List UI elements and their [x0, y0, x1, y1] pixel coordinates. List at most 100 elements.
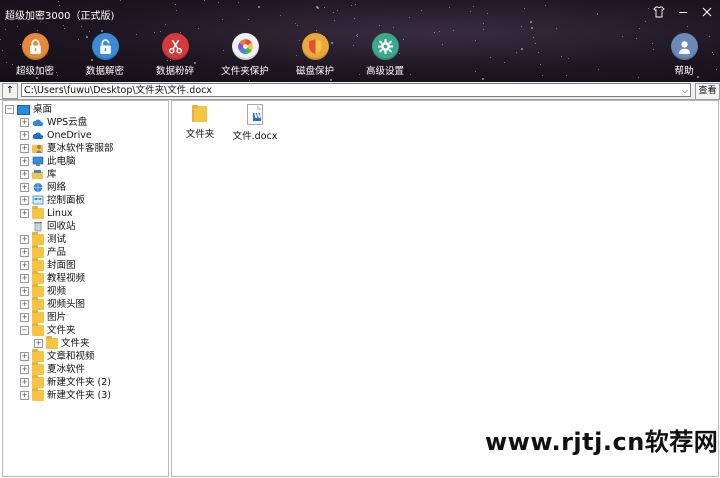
tree-label: 回收站: [47, 221, 76, 232]
expand-icon[interactable]: −: [20, 326, 29, 335]
expand-icon[interactable]: +: [20, 378, 29, 387]
tree-item[interactable]: + 文件夹: [34, 336, 90, 350]
tree-root-desktop[interactable]: − 桌面: [5, 103, 52, 116]
tree-item[interactable]: + OneDrive: [20, 129, 92, 142]
advanced-settings-button[interactable]: 高级设置: [351, 30, 419, 77]
star-decoration: [165, 24, 166, 25]
star-decoration: [597, 13, 598, 14]
expand-icon[interactable]: +: [20, 131, 29, 140]
expand-icon[interactable]: +: [20, 274, 29, 283]
tree-item[interactable]: + Linux: [20, 206, 73, 220]
tree-label: 新建文件夹 (2): [47, 377, 111, 388]
chevron-down-icon[interactable]: ⌵: [682, 84, 688, 98]
tree-item[interactable]: + 夏冰软件客服部: [20, 142, 114, 155]
tree-item[interactable]: + 网络: [20, 181, 66, 194]
file-item-docx[interactable]: W 文件.docx: [230, 104, 280, 142]
star-decoration: [258, 6, 260, 8]
expand-icon[interactable]: +: [20, 235, 29, 244]
tree-label: WPS云盘: [47, 117, 88, 128]
decrypt-button[interactable]: 数据解密: [71, 30, 139, 77]
expand-icon[interactable]: +: [20, 352, 29, 361]
collapse-icon[interactable]: −: [5, 105, 14, 114]
expand-icon[interactable]: +: [20, 248, 29, 257]
expand-icon[interactable]: +: [20, 287, 29, 296]
tree-label: 视频: [47, 286, 67, 297]
tree-item[interactable]: + 封面图: [20, 258, 76, 272]
expand-icon[interactable]: +: [20, 365, 29, 374]
star-decoration: [556, 28, 557, 29]
up-button[interactable]: ↑: [2, 83, 18, 99]
star-decoration: [597, 14, 598, 15]
expand-icon[interactable]: +: [20, 391, 29, 400]
minimize-icon[interactable]: [676, 6, 690, 20]
tree-label: 测试: [47, 234, 67, 245]
star-decoration: [64, 28, 65, 29]
expand-icon[interactable]: +: [20, 313, 29, 322]
disk-protect-button[interactable]: 磁盘保护: [281, 30, 349, 77]
tree-item[interactable]: + 文章和视频: [20, 349, 95, 363]
folder-icon: [32, 310, 44, 323]
expand-icon[interactable]: +: [20, 144, 29, 153]
tree-item[interactable]: + 图片: [20, 310, 66, 324]
tree-item[interactable]: + 库: [20, 168, 57, 181]
path-input[interactable]: C:\Users\fuwu\Desktop\文件夹\文件.docx ⌵: [21, 83, 691, 97]
expand-icon[interactable]: +: [20, 183, 29, 192]
tree-label: 夏冰软件: [47, 364, 86, 375]
expand-icon[interactable]: +: [20, 118, 29, 127]
file-item-folder[interactable]: 文件夹: [175, 104, 225, 140]
folder-icon: [32, 271, 44, 284]
tree-item[interactable]: + 此电脑: [20, 155, 76, 168]
star-decoration: [333, 12, 334, 13]
expand-icon[interactable]: +: [20, 196, 29, 205]
shred-button[interactable]: 数据粉碎: [141, 30, 209, 77]
star-decoration: [351, 5, 352, 6]
help-button[interactable]: 帮助: [650, 30, 718, 77]
expand-icon[interactable]: +: [34, 339, 43, 348]
star-decoration: [176, 10, 177, 11]
expand-icon[interactable]: +: [20, 300, 29, 309]
expand-icon[interactable]: +: [20, 261, 29, 270]
onedrive-icon: [32, 130, 44, 141]
shred-label: 数据粉碎: [155, 66, 194, 77]
encrypt-button[interactable]: 超级加密: [1, 30, 69, 77]
expand-icon[interactable]: +: [20, 209, 29, 218]
star-decoration: [334, 20, 335, 21]
shirt-icon[interactable]: [652, 6, 666, 20]
tree-item[interactable]: + 视频头图: [20, 297, 85, 311]
star-decoration: [487, 13, 488, 14]
star-decoration: [545, 5, 546, 6]
expand-icon[interactable]: +: [20, 157, 29, 166]
star-decoration: [238, 2, 239, 3]
folder-icon: [32, 232, 44, 245]
tree-item[interactable]: + 控制面板: [20, 194, 85, 207]
star-decoration: [248, 19, 249, 20]
tree-label: 桌面: [33, 104, 53, 115]
star-decoration: [295, 23, 296, 24]
tree-item[interactable]: + 新建文件夹 (3): [20, 388, 111, 402]
view-button[interactable]: 查看: [695, 83, 720, 100]
expand-icon[interactable]: +: [20, 170, 29, 179]
tree-item[interactable]: + 夏冰软件: [20, 362, 86, 376]
star-decoration: [17, 26, 18, 27]
folder-icon: [32, 388, 44, 401]
star-decoration: [317, 7, 319, 9]
star-decoration: [524, 8, 525, 9]
close-icon[interactable]: [700, 6, 714, 20]
tree-label: 文件夹: [61, 338, 90, 349]
folder-protect-button[interactable]: 文件夹保护: [211, 30, 279, 77]
folder-icon: [32, 284, 44, 297]
tree-item[interactable]: + 产品: [20, 245, 66, 259]
decrypt-label: 数据解密: [85, 66, 124, 77]
tree-item[interactable]: + WPS云盘: [20, 116, 87, 129]
star-decoration: [648, 8, 649, 9]
user-icon: [670, 33, 698, 60]
star-decoration: [59, 5, 60, 6]
tree-item[interactable]: 回收站: [20, 220, 76, 233]
tree-item[interactable]: + 教程视频: [20, 271, 85, 285]
file-list: 文件夹 W 文件.docx: [171, 100, 719, 477]
tree-item[interactable]: + 测试: [20, 232, 67, 246]
folder-icon: [32, 349, 44, 362]
tree-item[interactable]: + 视频: [20, 284, 67, 298]
star-decoration: [393, 27, 394, 28]
network-icon: [32, 182, 44, 193]
